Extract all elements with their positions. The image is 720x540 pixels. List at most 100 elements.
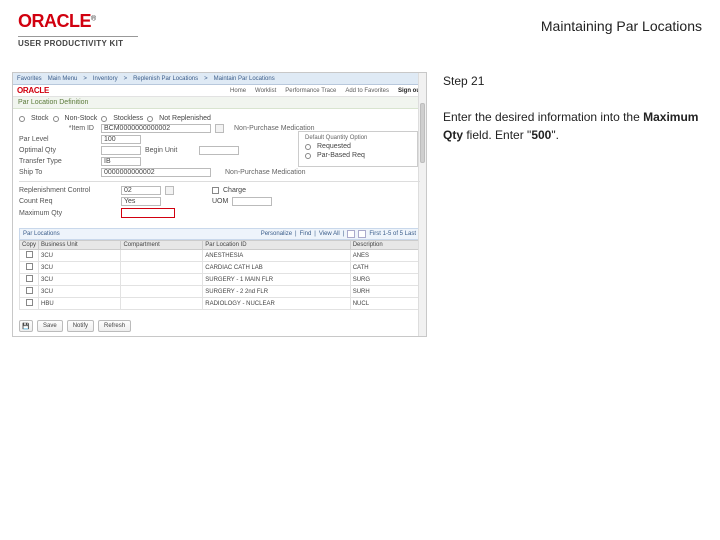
topnav-addfav[interactable]: Add to Favorites <box>345 88 389 94</box>
col-comp[interactable]: Compartment <box>121 241 203 250</box>
copy-checkbox[interactable] <box>26 251 33 258</box>
form-title: Par Location Definition <box>13 97 426 109</box>
copy-checkbox[interactable] <box>26 287 33 294</box>
grid-table: Copy Business Unit Compartment Par Locat… <box>19 240 420 310</box>
radio-nonstock-label: Non-Stock <box>65 115 98 122</box>
radio-stockless-label: Stockless <box>113 115 143 122</box>
radio-stock[interactable] <box>19 116 25 122</box>
refresh-button[interactable]: Refresh <box>98 320 131 332</box>
instr-part1: Enter the desired information into the <box>443 110 643 124</box>
radio-requested[interactable] <box>305 144 311 150</box>
cell-copy[interactable] <box>20 298 39 310</box>
charge-label: Charge <box>223 187 246 194</box>
grid-viewall[interactable]: View All <box>319 231 340 237</box>
ship-to-label: Ship To <box>19 169 97 176</box>
begin-unit-field[interactable] <box>199 146 239 155</box>
opt-qty-field[interactable] <box>101 146 141 155</box>
begin-unit-label: Begin Unit <box>145 147 195 154</box>
transfer-type-field[interactable]: IB <box>101 157 141 166</box>
copy-checkbox[interactable] <box>26 299 33 306</box>
radio-notrepl[interactable] <box>147 116 153 122</box>
notify-button[interactable]: Notify <box>67 320 94 332</box>
grid-download-icon[interactable] <box>358 230 366 238</box>
grid-pager[interactable]: First 1-5 of 5 Last <box>369 231 416 237</box>
nonpur-med-label: Non-Purchase Medication <box>225 169 306 176</box>
cell-copy[interactable] <box>20 262 39 274</box>
cell-desc: SURH <box>350 286 419 298</box>
uom-label: UOM <box>212 198 228 205</box>
brand-tm: ® <box>91 16 96 23</box>
count-req-label: Count Req <box>19 198 117 205</box>
radio-nonstock[interactable] <box>53 116 59 122</box>
breadcrumb-item[interactable]: Maintain Par Locations <box>214 76 275 82</box>
lookup-icon[interactable] <box>215 124 224 133</box>
radio-stockless[interactable] <box>101 116 107 122</box>
col-parloc[interactable]: Par Location ID <box>203 241 350 250</box>
cell-desc: NUCL <box>350 298 419 310</box>
breadcrumb-item[interactable]: Inventory <box>93 76 118 82</box>
topnav-home[interactable]: Home <box>230 88 246 94</box>
grid-zoom-icon[interactable] <box>347 230 355 238</box>
col-desc[interactable]: Description <box>350 241 419 250</box>
app-screenshot: Favorites Main Menu > Inventory > Replen… <box>12 72 427 337</box>
transfer-type-value: IB <box>104 158 111 165</box>
grid-header: Par Locations Personalize| Find| View Al… <box>19 228 420 240</box>
cell-copy[interactable] <box>20 274 39 286</box>
ship-to-field[interactable]: 0000000000002 <box>101 168 211 177</box>
grid-section: Par Locations Personalize| Find| View Al… <box>13 226 426 316</box>
instruction-text: Enter the desired information into the M… <box>443 108 708 144</box>
col-copy[interactable]: Copy <box>20 241 39 250</box>
table-row[interactable]: 3CU CARDIAC CATH LABCATH <box>20 262 420 274</box>
cell-parloc: SURGERY - 1 MAIN FLR <box>203 274 350 286</box>
cell-desc: SURG <box>350 274 419 286</box>
copy-checkbox[interactable] <box>26 263 33 270</box>
charge-checkbox[interactable] <box>212 187 219 194</box>
grid-title: Par Locations <box>23 231 60 237</box>
cell-copy[interactable] <box>20 250 39 262</box>
grid-find[interactable]: Find <box>300 231 312 237</box>
col-bu[interactable]: Business Unit <box>39 241 121 250</box>
radio-parbased[interactable] <box>305 153 311 159</box>
breadcrumb-item[interactable]: Main Menu <box>48 76 78 82</box>
table-row[interactable]: 3CUSURGERY - 2 2nd FLRSURH <box>20 286 420 298</box>
par-level-field[interactable]: 100 <box>101 135 141 144</box>
table-row[interactable]: 3CUANESTHESIAANES <box>20 250 420 262</box>
cell-copy[interactable] <box>20 286 39 298</box>
replenish-radio-row: Stock Non-Stock Stockless Not Replenishe… <box>19 115 420 122</box>
breadcrumb-item[interactable]: Favorites <box>17 76 42 82</box>
cell-desc: CATH <box>350 262 419 274</box>
cell-comp <box>121 286 203 298</box>
save-icon-button[interactable]: 💾 <box>19 320 33 332</box>
item-id-field[interactable]: BCM0000000000002 <box>101 124 211 133</box>
uom-field[interactable] <box>232 197 272 206</box>
cell-bu: HBU <box>39 298 121 310</box>
grid-personalize[interactable]: Personalize <box>261 231 292 237</box>
brand-word: ORACLE <box>18 11 91 31</box>
lookup-icon[interactable] <box>165 186 174 195</box>
table-row[interactable]: HBU RADIOLOGY - NUCLEARNUCL <box>20 298 420 310</box>
refresh-button-label: Refresh <box>104 323 125 329</box>
topnav-perftrace[interactable]: Performance Trace <box>285 88 336 94</box>
copy-checkbox[interactable] <box>26 275 33 282</box>
item-id-value: BCM0000000000002 <box>104 125 170 132</box>
notify-button-label: Notify <box>73 323 88 329</box>
topnav-worklist[interactable]: Worklist <box>255 88 276 94</box>
brand-logo: ORACLE® <box>18 12 138 32</box>
repl-ctrl-field[interactable]: 02 <box>121 186 161 195</box>
cell-parloc: CARDIAC CATH LAB <box>203 262 350 274</box>
breadcrumb-item[interactable]: Replenish Par Locations <box>133 76 198 82</box>
max-qty-field[interactable] <box>121 208 175 218</box>
brand-rule <box>18 36 138 37</box>
screenshot-column: Favorites Main Menu > Inventory > Replen… <box>12 72 427 337</box>
transfer-type-label: Transfer Type <box>19 158 97 165</box>
cell-bu: 3CU <box>39 262 121 274</box>
cell-parloc: RADIOLOGY - NUCLEAR <box>203 298 350 310</box>
step-label: Step 21 <box>443 72 708 90</box>
save-button[interactable]: Save <box>37 320 63 332</box>
ship-to-value: 0000000000002 <box>104 169 155 176</box>
count-req-field[interactable]: Yes <box>121 197 161 206</box>
table-row[interactable]: 3CU SURGERY - 1 MAIN FLRSURG <box>20 274 420 286</box>
cell-bu: 3CU <box>39 250 121 262</box>
cell-bu: 3CU <box>39 274 121 286</box>
brand-subtitle: USER PRODUCTIVITY KIT <box>18 39 138 48</box>
